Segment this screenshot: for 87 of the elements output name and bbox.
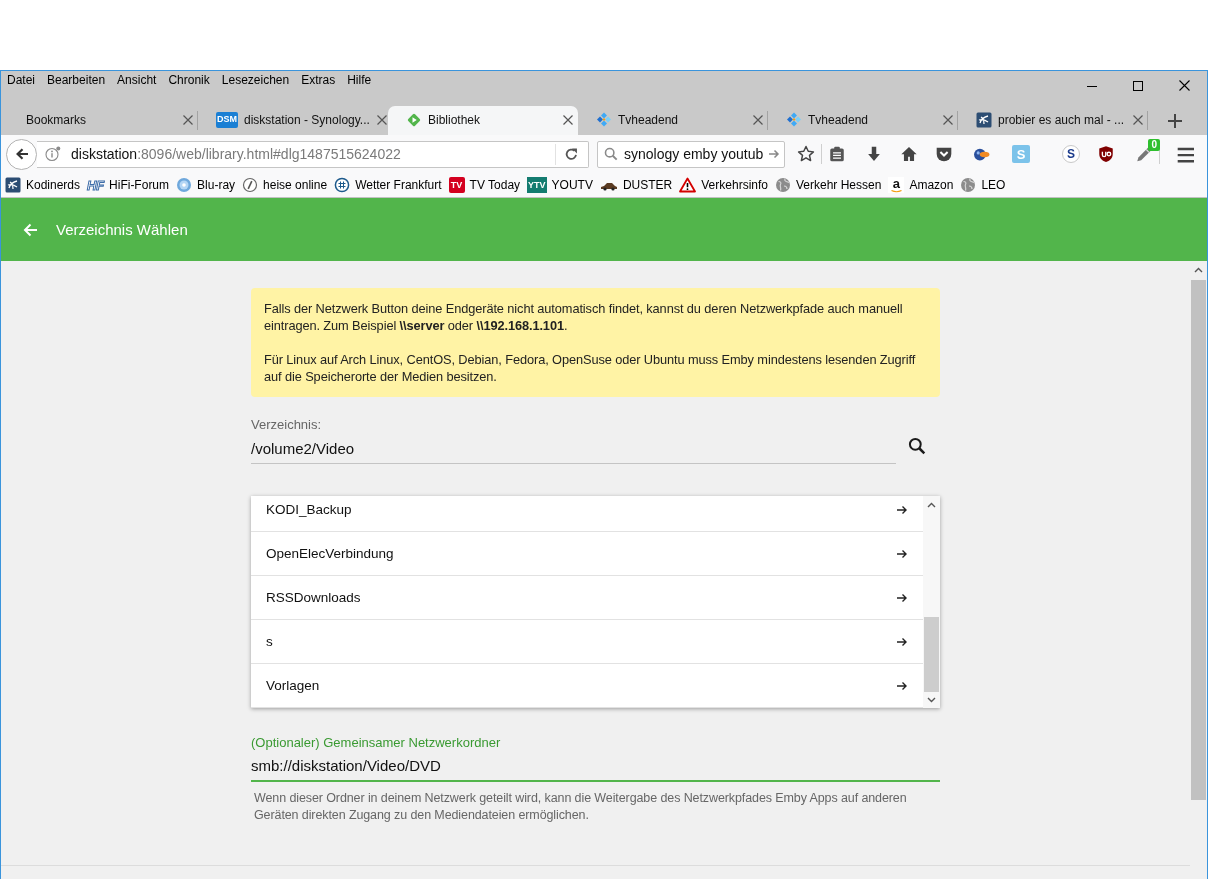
folder-row[interactable]: Vorlagen — [251, 664, 923, 708]
logo-icon: YTV — [527, 177, 547, 193]
bookmark-item[interactable]: LEO — [958, 174, 1008, 196]
right-arrow-icon — [896, 503, 908, 516]
folder-row[interactable]: OpenElecVerbindung — [251, 532, 923, 576]
field-label: Verzeichnis: — [251, 417, 323, 433]
hash-circle-icon — [334, 177, 351, 193]
browser-tab[interactable]: Tvheadend — [578, 106, 768, 135]
folder-row[interactable]: s — [251, 620, 923, 664]
field-label: (Optionaler) Gemeinsamer Netzwerkordner — [251, 735, 502, 751]
chevron-down-icon[interactable] — [927, 697, 936, 703]
bookmark-item[interactable]: Wetter Frankfurt — [332, 174, 444, 196]
scrollbar-thumb[interactable] — [924, 617, 939, 692]
logo-icon: a — [888, 177, 905, 193]
maximize-icon[interactable] — [1133, 80, 1143, 91]
bookmark-item[interactable]: YTV YOUTV — [525, 174, 595, 196]
reload-icon[interactable] — [564, 146, 579, 162]
browser-tab[interactable]: Bibliothek — [388, 106, 578, 135]
scrollbar-thumb[interactable] — [1191, 280, 1206, 800]
circle-logo-icon — [242, 177, 259, 193]
menu-item[interactable]: Extras — [295, 71, 342, 90]
disc-icon — [176, 177, 193, 193]
menu-item[interactable]: Chronik — [162, 71, 216, 90]
browser-tab[interactable]: probier es auch mal - ... — [958, 106, 1148, 135]
plus-icon[interactable] — [1167, 112, 1183, 129]
right-arrow-icon — [896, 635, 908, 648]
shield-icon[interactable] — [1097, 145, 1115, 163]
search-field[interactable]: synology emby youtub — [597, 140, 785, 168]
chevron-shield-icon[interactable] — [935, 145, 953, 163]
chevron-up-icon[interactable] — [1194, 267, 1203, 273]
menu-item[interactable]: Bearbeiten — [41, 71, 112, 90]
scrollbar[interactable] — [923, 496, 940, 708]
browser-tab[interactable]: Tvheadend — [768, 106, 958, 135]
left-arrow-icon[interactable] — [22, 221, 38, 238]
home-icon[interactable] — [900, 145, 918, 163]
logo-icon: DSM — [216, 111, 238, 128]
swirl-tile-icon — [976, 111, 992, 128]
diamonds-icon — [786, 111, 802, 128]
bookmark-item[interactable]: Kodinerds — [3, 174, 83, 196]
diamonds-icon — [596, 111, 612, 128]
address-field[interactable]: diskstation:8096/web/library.html#dlg1487515624022 — [37, 140, 589, 168]
globe-icon — [960, 177, 977, 193]
search-icon — [604, 147, 618, 161]
pencil-icon[interactable] — [1135, 145, 1153, 163]
right-arrow-icon — [896, 547, 908, 560]
logo-icon: HF — [87, 177, 105, 193]
bookmark-item[interactable]: Verkehrsinfo — [677, 174, 770, 196]
chevron-up-icon[interactable] — [927, 502, 936, 508]
right-arrow-icon — [896, 591, 908, 604]
right-arrow-icon[interactable] — [768, 148, 780, 160]
logo-icon: TV — [448, 177, 465, 193]
warning-icon — [679, 177, 697, 193]
s-logo-icon[interactable]: S — [1062, 145, 1080, 163]
search-icon[interactable] — [908, 437, 926, 455]
swirl-tile-icon — [5, 177, 21, 193]
network-folder-input[interactable]: smb://diskstation/Video/DVD — [251, 755, 940, 782]
help-text: Wenn dieser Ordner in deinem Netzwerk geteilt wird, kann die Weitergabe des Netzwerkpfades Emby Apps auf anderen Geräten direkten Zugang zu den Mediendateien ermöglichen. — [253, 790, 908, 824]
notice-text: Für Linux auf Arch Linux, CentOS, Debian, Fedora, OpenSuse oder Ubuntu muss Emby mindestens lesenden Zugriff auf die Speicherorte der Medien besitzen. — [264, 351, 917, 385]
close-icon[interactable] — [1178, 80, 1190, 91]
bookmark-item[interactable]: DUSTER — [597, 174, 675, 196]
bookmark-item[interactable]: HF HiFi-Forum — [85, 174, 172, 196]
directory-input[interactable]: /volume2/Video — [251, 438, 896, 464]
page-title: Verzeichnis Wählen — [56, 221, 188, 238]
bookmark-item[interactable]: TV TV Today — [446, 174, 523, 196]
right-arrow-icon — [896, 679, 908, 692]
menu-item[interactable]: Datei — [1, 71, 41, 90]
back-button[interactable] — [6, 138, 37, 170]
menu-icon[interactable] — [1176, 145, 1194, 163]
globe-icon — [775, 177, 791, 193]
folder-row[interactable]: KODI_Backup — [251, 496, 923, 532]
list-icon[interactable] — [828, 145, 846, 163]
browser-tab[interactable]: Bookmarks — [8, 106, 198, 135]
menu-item[interactable]: Ansicht — [111, 71, 163, 90]
scrollbar[interactable] — [1190, 261, 1207, 879]
info-icon — [45, 146, 61, 162]
bookmark-item[interactable]: a Amazon — [886, 174, 956, 196]
menu-item[interactable]: Lesezeichen — [215, 71, 296, 90]
folder-row[interactable]: RSSDownloads — [251, 576, 923, 620]
bookmark-item[interactable]: heise online — [240, 174, 330, 196]
count-badge: 0 — [1148, 139, 1160, 151]
star-icon[interactable] — [797, 145, 815, 163]
bookmark-item[interactable]: Verkehr Hessen — [773, 174, 884, 196]
menu-item[interactable]: Hilfe — [341, 71, 378, 90]
notice-text: Falls der Netzwerk Button deine Endgeräte nicht automatisch findet, kannst du deren Netzwerkpfade auch manuell eintragen. Zum Beispiel \\server oder \\192.168.1.101. — [264, 300, 904, 334]
bookmark-item[interactable]: Blu-ray — [174, 174, 238, 196]
close-icon[interactable] — [562, 113, 574, 126]
browser-tab[interactable]: DSM diskstation - Synology... — [198, 106, 388, 135]
